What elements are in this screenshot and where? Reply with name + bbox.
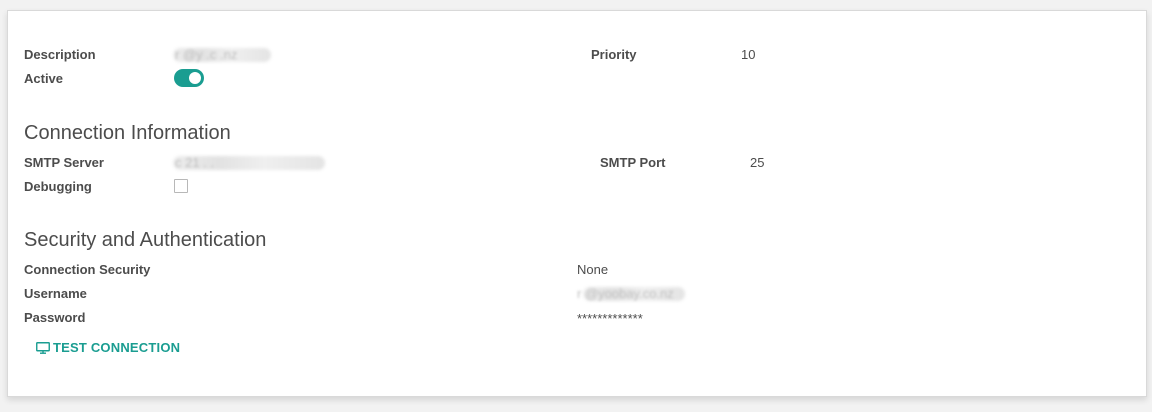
form-sheet: Description r @y .c .nz Priority 10 Acti… [7, 10, 1147, 397]
description-value: r @y .c .nz [175, 47, 238, 62]
username-value: r @yoobay.co.nz [577, 286, 674, 301]
smtp-server-label: SMTP Server [24, 155, 104, 170]
password-value[interactable]: ************* [577, 311, 643, 327]
description-label: Description [24, 47, 96, 62]
debugging-checkbox[interactable] [174, 179, 188, 193]
connection-security-value[interactable]: None [577, 262, 608, 278]
toggle-knob [189, 72, 201, 84]
password-label: Password [24, 310, 86, 325]
username-label: Username [24, 286, 87, 301]
security-section-title: Security and Authentication [24, 229, 267, 251]
smtp-port-value[interactable]: 25 [750, 155, 764, 171]
priority-label: Priority [591, 47, 637, 62]
monitor-icon [36, 341, 50, 354]
smtp-server-field[interactable]: c 21 . . [173, 155, 328, 171]
connection-security-label: Connection Security [24, 262, 151, 277]
active-label: Active [24, 71, 64, 86]
debugging-label: Debugging [24, 179, 92, 194]
test-connection-label: TEST CONNECTION [53, 340, 181, 355]
priority-value[interactable]: 10 [741, 47, 755, 63]
description-field[interactable]: r @y .c .nz [173, 47, 273, 63]
active-toggle[interactable] [174, 69, 204, 87]
smtp-server-value: c 21 . . [175, 155, 215, 170]
smtp-port-label: SMTP Port [600, 155, 666, 170]
username-field[interactable]: r @yoobay.co.nz [577, 286, 687, 302]
connection-section-title: Connection Information [24, 122, 231, 144]
test-connection-button[interactable]: TEST CONNECTION [36, 340, 180, 355]
